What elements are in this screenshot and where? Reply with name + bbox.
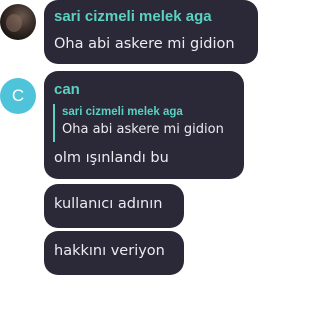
sender-avatar-letter[interactable]: C [0, 78, 36, 114]
sender-avatar-photo[interactable] [0, 4, 36, 40]
message-bubble[interactable]: sari cizmeli melek aga Oha abi askere mi… [44, 0, 258, 64]
reply-quote[interactable]: sari cizmeli melek aga Oha abi askere mi… [53, 104, 233, 142]
message-text: olm ışınlandı bu [54, 150, 169, 166]
reply-quote-sender: sari cizmeli melek aga [62, 106, 183, 118]
reply-quote-text: Oha abi askere mi gidion [62, 122, 224, 137]
user-photo-icon [6, 14, 22, 32]
sender-name[interactable]: can [54, 81, 80, 98]
message-bubble[interactable]: can sari cizmeli melek aga Oha abi asker… [44, 71, 244, 179]
avatar-initial: C [11, 86, 25, 105]
message-bubble[interactable]: hakkını veriyon [44, 231, 184, 275]
sender-name[interactable]: sari cizmeli melek aga [54, 8, 212, 25]
message-text: hakkını veriyon [54, 243, 165, 259]
message-text: kullanıcı adının [54, 196, 163, 212]
message-bubble[interactable]: kullanıcı adının [44, 184, 184, 228]
message-text: Oha abi askere mi gidion [54, 36, 235, 52]
